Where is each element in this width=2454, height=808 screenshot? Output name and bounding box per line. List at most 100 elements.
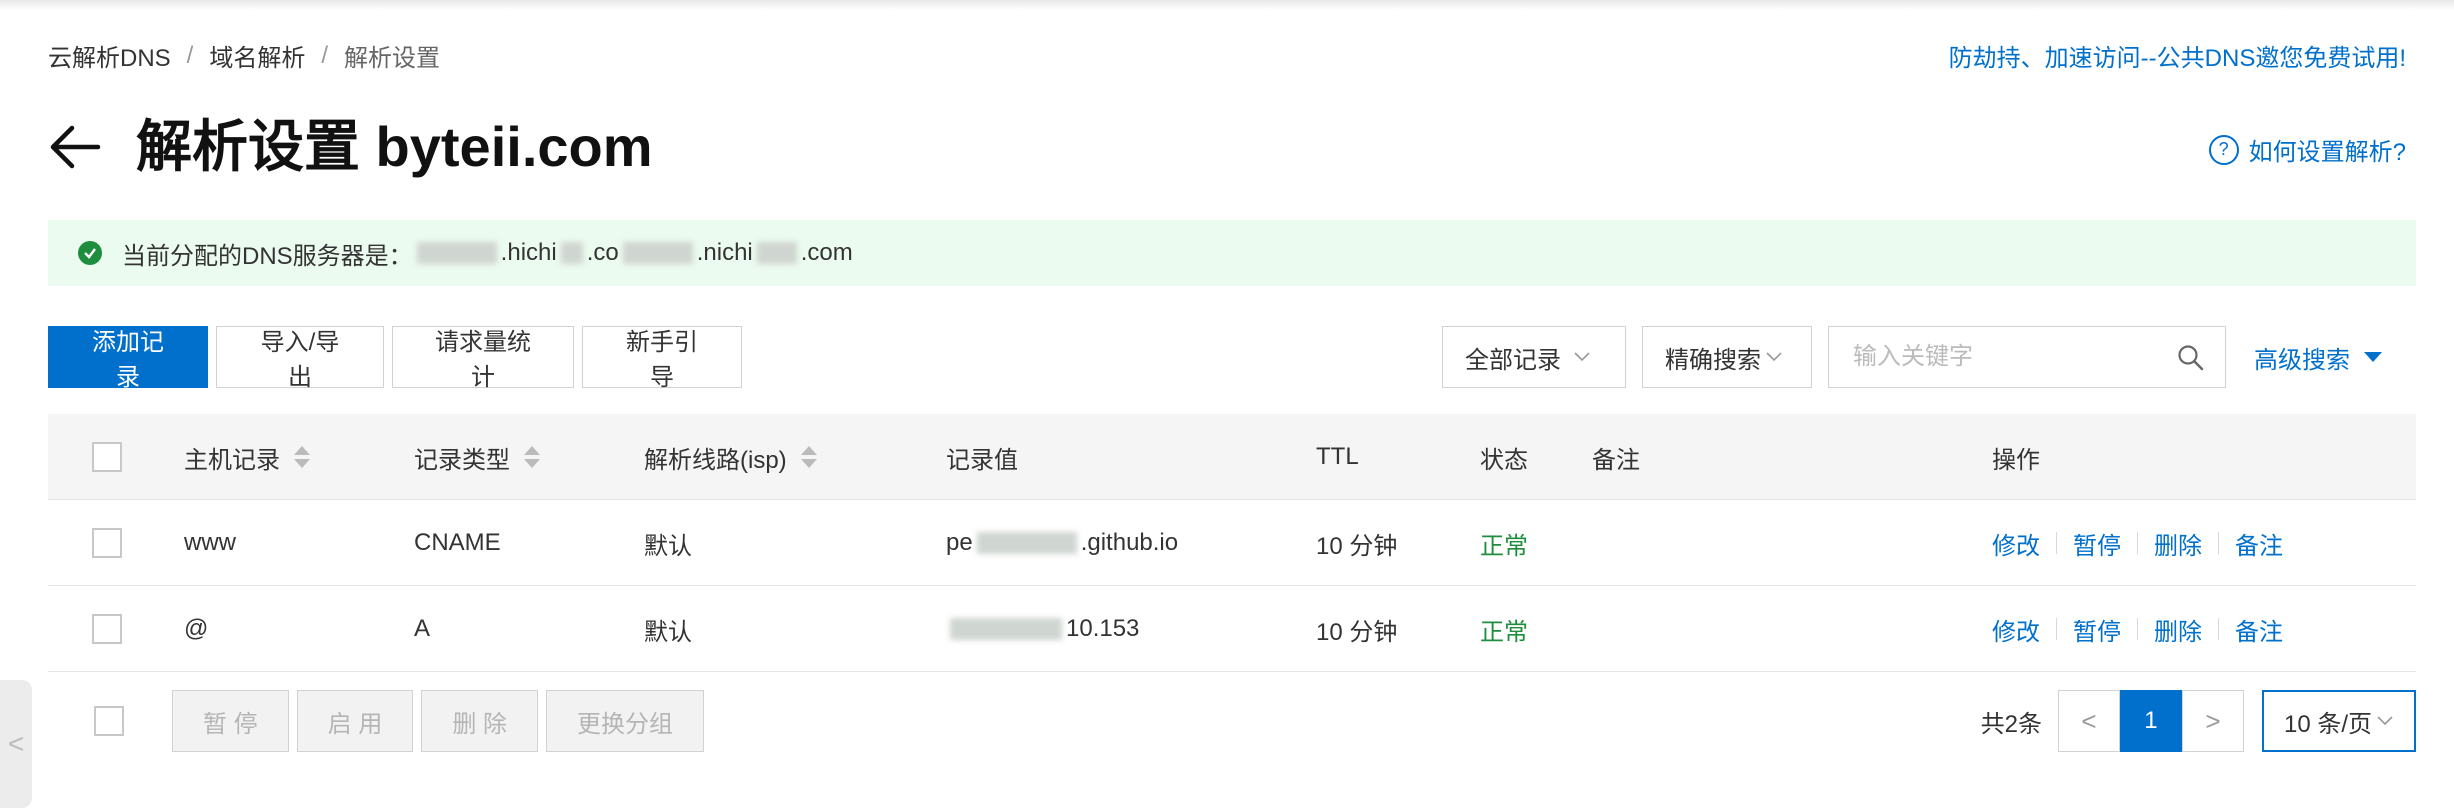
pause-link[interactable]: 暂停: [2073, 526, 2121, 561]
dns-server-fragment: .hichi: [500, 239, 557, 266]
pause-link[interactable]: 暂停: [2073, 612, 2121, 647]
sort-icon[interactable]: [800, 446, 817, 468]
divider: [2137, 532, 2138, 554]
bulk-enable-button[interactable]: 启 用: [296, 690, 414, 752]
value-suffix: 10.153: [1066, 615, 1140, 642]
header-ops: 操作: [1992, 446, 2040, 474]
dns-server-fragment: .nichi: [696, 239, 753, 266]
redacted-text: [950, 618, 1062, 640]
sort-icon[interactable]: [524, 446, 540, 468]
search-mode-value: 精确搜索: [1665, 346, 1761, 374]
delete-link[interactable]: 删除: [2154, 612, 2202, 647]
page-size-select[interactable]: 10 条/页: [2261, 690, 2416, 752]
header-host-label: 主机记录: [184, 446, 280, 474]
breadcrumb-item-current: 解析设置: [344, 45, 441, 72]
remark-link[interactable]: 备注: [2235, 612, 2283, 647]
breadcrumb: 云解析DNS / 域名解析 / 解析设置: [48, 38, 440, 73]
public-dns-promo-link[interactable]: 防劫持、加速访问--公共DNS邀您免费试用!: [1949, 38, 2406, 73]
breadcrumb-separator: /: [321, 41, 329, 69]
cell-value: 10.153: [946, 586, 1139, 672]
select-all-checkbox[interactable]: [92, 442, 122, 472]
redacted-text: [756, 242, 797, 264]
header-status: 状态: [1480, 446, 1528, 474]
breadcrumb-item-cloud-dns[interactable]: 云解析DNS: [48, 38, 171, 73]
bulk-delete-button[interactable]: 删 除: [421, 690, 539, 752]
advanced-search-toggle[interactable]: 高级搜索: [2254, 340, 2382, 375]
row-select-cell: [92, 500, 122, 586]
header-line-label: 解析线路(isp): [644, 446, 787, 474]
header-type-label: 记录类型: [414, 446, 510, 474]
value-prefix: pe: [946, 529, 973, 556]
cell-type: A: [414, 615, 431, 642]
delete-link[interactable]: 删除: [2154, 526, 2202, 561]
filter-group: 全部记录 精确搜索 高级搜索: [1442, 326, 2382, 388]
bulk-change-group-button[interactable]: 更换分组: [546, 690, 705, 752]
add-record-button[interactable]: 添加记录: [48, 326, 208, 391]
header-ttl: TTL: [1316, 443, 1359, 470]
back-arrow-icon[interactable]: [48, 120, 102, 174]
header-value: 记录值: [946, 446, 1018, 474]
sort-icon[interactable]: [294, 446, 310, 468]
page-1-button[interactable]: 1: [2119, 690, 2182, 752]
record-filter-value: 全部记录: [1465, 346, 1561, 374]
table-footer: 暂 停 启 用 删 除 更换分组 共2条 < 1 > 10 条/页: [48, 688, 2416, 754]
how-to-configure-link[interactable]: ? 如何设置解析?: [2208, 132, 2406, 167]
redacted-text: [416, 242, 497, 264]
cell-status: 正常: [1480, 532, 1528, 560]
cell-ttl: 10 分钟: [1316, 532, 1398, 560]
keyword-search-input[interactable]: [1851, 342, 2171, 372]
table-row: @ A 默认 10.153 10 分钟 正常 修改 暂停 删除 备注: [48, 586, 2416, 672]
redacted-text: [976, 532, 1077, 554]
chevron-down-icon: [1765, 346, 1783, 369]
next-page-button[interactable]: >: [2181, 690, 2244, 752]
side-panel-toggle[interactable]: <: [0, 680, 32, 808]
cell-ttl: 10 分钟: [1316, 618, 1398, 646]
row-actions: 修改 暂停 删除 备注: [1992, 500, 2283, 586]
edit-link[interactable]: 修改: [1992, 526, 2040, 561]
import-export-button[interactable]: 导入/导出: [216, 326, 384, 391]
remark-link[interactable]: 备注: [2235, 526, 2283, 561]
question-circle-icon: ?: [2208, 134, 2239, 165]
footer-select-all-checkbox[interactable]: [94, 706, 124, 736]
header-line[interactable]: 解析线路(isp): [644, 414, 817, 500]
caret-down-icon: [2364, 352, 2382, 362]
row-checkbox[interactable]: [92, 528, 122, 558]
check-circle-icon: [78, 241, 102, 265]
prev-page-button[interactable]: <: [2057, 690, 2120, 752]
redacted-text: [560, 242, 583, 264]
divider: [2218, 618, 2219, 640]
search-icon[interactable]: [2177, 344, 2205, 372]
search-mode-select[interactable]: 精确搜索: [1642, 326, 1812, 388]
footer-select-cell: [94, 706, 124, 736]
page-title: 解析设置 byteii.com: [136, 115, 653, 178]
header-host[interactable]: 主机记录: [184, 414, 310, 500]
cell-value: pe .github.io: [946, 500, 1178, 586]
search-box: [1828, 326, 2226, 388]
breadcrumb-separator: /: [186, 41, 194, 69]
select-all-cell: [92, 414, 122, 500]
edit-link[interactable]: 修改: [1992, 612, 2040, 647]
total-count: 共2条: [1980, 710, 2042, 738]
dns-server-fragment: .com: [800, 239, 853, 266]
top-shadow: [0, 0, 2454, 10]
cell-line: 默认: [644, 532, 692, 560]
cell-host: @: [184, 615, 209, 642]
page-size-value: 10 条/页: [2283, 710, 2372, 738]
record-filter-select[interactable]: 全部记录: [1442, 326, 1626, 388]
request-stats-button[interactable]: 请求量统计: [392, 326, 574, 391]
cell-line: 默认: [644, 618, 692, 646]
breadcrumb-item-domain-resolution[interactable]: 域名解析: [209, 38, 305, 73]
header-remark: 备注: [1592, 446, 1640, 474]
value-suffix: .github.io: [1080, 529, 1179, 556]
divider: [2056, 532, 2057, 554]
redacted-text: [622, 242, 693, 264]
bulk-pause-button[interactable]: 暂 停: [172, 690, 289, 752]
beginner-guide-button[interactable]: 新手引导: [582, 326, 742, 391]
cell-host: www: [184, 529, 236, 556]
row-checkbox[interactable]: [92, 614, 122, 644]
chevron-down-icon: [2376, 710, 2394, 733]
chevron-down-icon: [1573, 346, 1591, 369]
table-header: 主机记录 记录类型 解析线路(isp) 记录值 TTL 状态 备注 操作: [48, 414, 2416, 500]
header-type[interactable]: 记录类型: [414, 414, 540, 500]
dns-server-label: 当前分配的DNS服务器是：: [122, 242, 413, 270]
